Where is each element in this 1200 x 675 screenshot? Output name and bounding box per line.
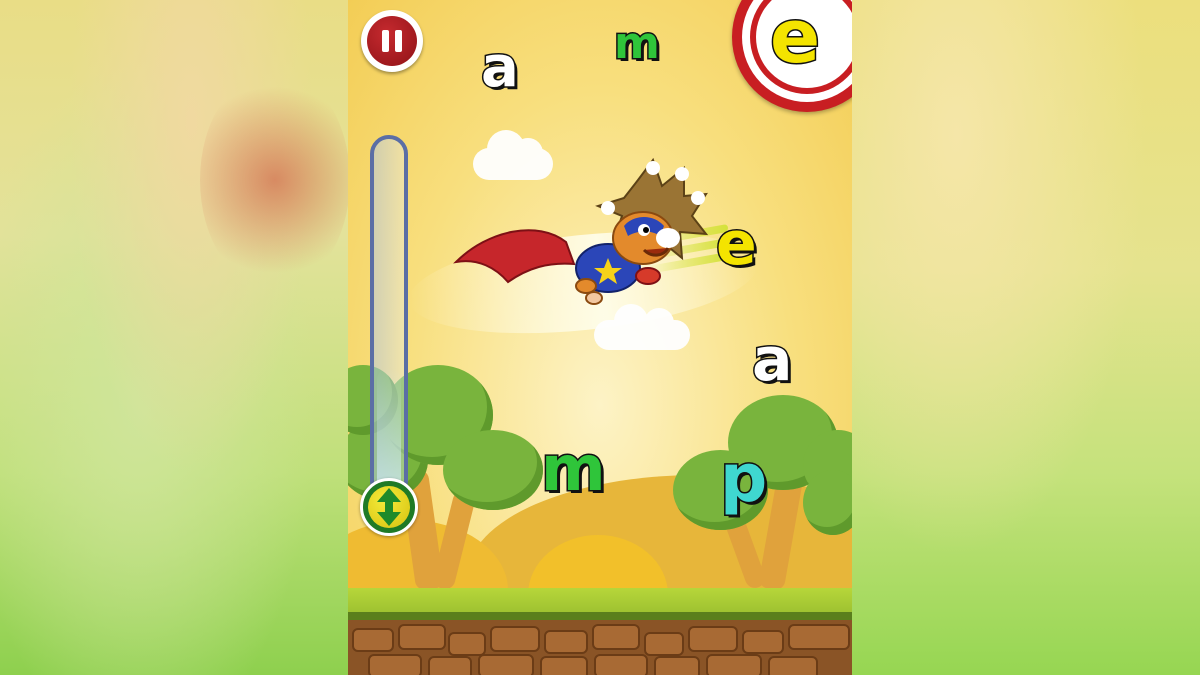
tree-foliage: [443, 430, 543, 510]
altitude-control-button[interactable]: [360, 478, 418, 536]
up-down-arrow-icon: [377, 488, 401, 526]
background-blur-right: [852, 0, 1200, 675]
target-letter: e: [768, 0, 821, 80]
dirt-ground: [348, 620, 852, 675]
game-viewport[interactable]: a m e a m p e: [348, 0, 852, 675]
pause-icon: [367, 16, 417, 66]
target-letter-badge: e: [732, 0, 852, 112]
altitude-meter[interactable]: [370, 135, 408, 500]
background-blur-left: [0, 0, 348, 675]
grass-edge: [348, 612, 852, 620]
floating-letter-e[interactable]: e: [715, 213, 759, 276]
floating-letter-m[interactable]: m: [613, 20, 662, 67]
dinosaur-superhero: [453, 157, 709, 305]
floating-letter-a[interactable]: a: [480, 38, 521, 97]
altitude-meter-fill: [377, 368, 401, 493]
grass-strip: [348, 588, 852, 614]
floating-letter-m[interactable]: m: [540, 436, 608, 501]
floating-letter-p[interactable]: p: [718, 444, 768, 513]
floating-letter-a[interactable]: a: [751, 329, 794, 392]
pause-button[interactable]: [361, 10, 423, 72]
cloud: [594, 304, 690, 350]
